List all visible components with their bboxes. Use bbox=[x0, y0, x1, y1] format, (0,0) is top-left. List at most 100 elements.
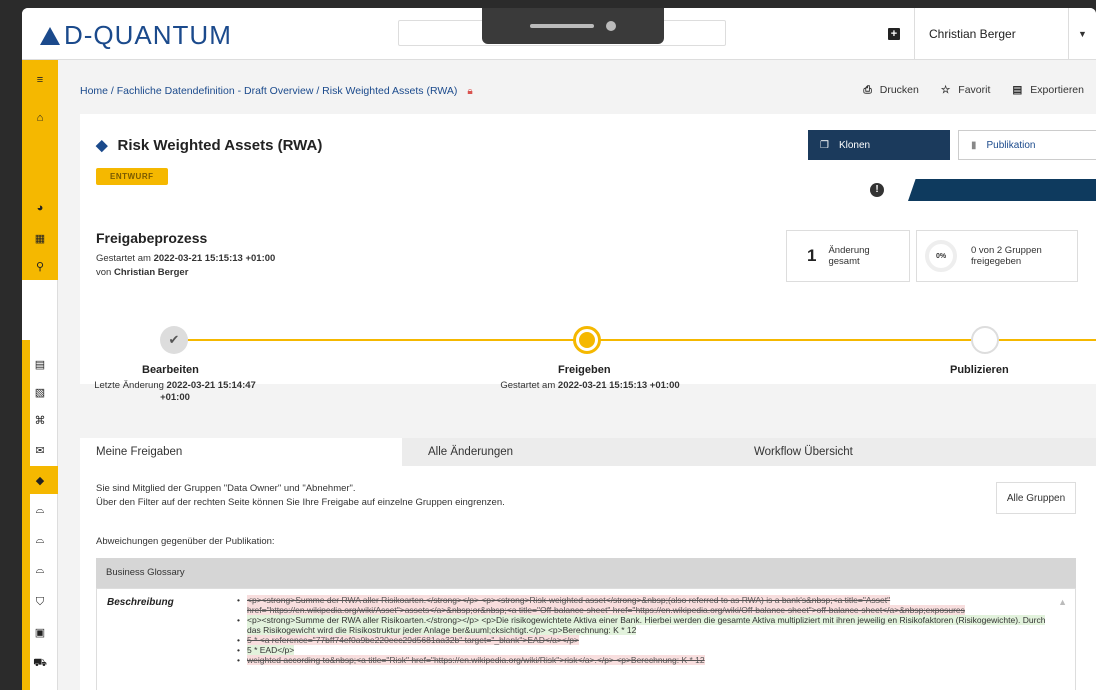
user-name: Christian Berger bbox=[929, 27, 1016, 41]
step-bearbeiten-check-icon[interactable]: ✔ bbox=[160, 326, 188, 354]
by-name: Christian Berger bbox=[113, 267, 189, 278]
groups-filter-button[interactable]: Alle Gruppen bbox=[996, 482, 1076, 514]
by-prefix: von bbox=[96, 267, 114, 278]
printer-icon: ⎙ bbox=[863, 84, 872, 96]
logo-text: D-QUANTUM bbox=[64, 20, 232, 50]
diff-list: <p><strong>Summe der RWA aller Risikoart… bbox=[237, 595, 1047, 665]
accent-strip bbox=[908, 179, 1096, 201]
changes-count: 1 bbox=[807, 246, 817, 265]
clone-button[interactable]: ❐ Klonen bbox=[808, 130, 950, 160]
step-freigeben-marker[interactable] bbox=[573, 326, 601, 354]
diff-deleted: 5 * <a reference="77bff74ef0a9be220eec29… bbox=[247, 635, 579, 645]
diff-line: weighted according to&nbsp;<a title="Ris… bbox=[237, 655, 1047, 665]
diff-line: 5 * <a reference="77bff74ef0a9be220eec29… bbox=[237, 635, 1047, 645]
home-icon[interactable]: ⌂ bbox=[22, 104, 58, 132]
glossary-header[interactable]: Business Glossary bbox=[96, 558, 1076, 588]
step-label: Bearbeiten bbox=[142, 364, 199, 376]
step-meta: Gestartet am 2022-03-21 15:15:13 +01:00 bbox=[450, 380, 730, 392]
status-badge: ENTWURF bbox=[96, 168, 168, 185]
drive-icon[interactable]: ⌓ bbox=[22, 496, 58, 524]
app-logo[interactable]: D-QUANTUM bbox=[40, 20, 232, 51]
tab-alle-aenderungen[interactable]: Alle Änderungen bbox=[402, 438, 728, 466]
workflow-steps: ✔ Bearbeiten Freigeben Publizieren bbox=[80, 324, 1096, 384]
lock-icon: 🔒︎ bbox=[467, 86, 473, 97]
camera-notch bbox=[482, 8, 664, 44]
favorite-label: Favorit bbox=[958, 84, 991, 96]
page-title-text: Risk Weighted Assets (RWA) bbox=[117, 137, 323, 154]
step-label: Freigeben bbox=[558, 364, 611, 376]
step-meta: Letzte Änderung 2022-03-21 15:14:47 +01:… bbox=[80, 380, 270, 404]
tag-icon[interactable]: ◆ bbox=[22, 466, 58, 494]
table-icon[interactable]: ▦ bbox=[22, 224, 58, 252]
chevron-down-icon[interactable]: ▼ bbox=[1068, 8, 1096, 60]
changes-stat: 1 Änderung gesamt bbox=[786, 230, 910, 282]
tab-meine-freigaben[interactable]: Meine Freigaben bbox=[80, 438, 402, 466]
started-prefix: Gestartet am bbox=[96, 253, 154, 264]
page-title: ◆ Risk Weighted Assets (RWA) bbox=[96, 136, 322, 154]
group-info: Sie sind Mitglied der Gruppen "Data Owne… bbox=[96, 482, 505, 510]
user-menu[interactable]: Christian Berger ▼ bbox=[914, 8, 1096, 60]
app-window: D-QUANTUM + Christian Berger ▼ ≡ ⌂ ◕ ▦ ⚲… bbox=[22, 8, 1096, 690]
export-file-icon: ▤ bbox=[1012, 84, 1023, 96]
sidebar: ≡ ⌂ ◕ ▦ ⚲ ▤ ▧ ⌘ ✉ ◆ ⌓ ⌓ ⌓ ⛉ ▣ ⛟ bbox=[22, 60, 58, 690]
changes-label: Änderung gesamt bbox=[828, 245, 870, 267]
progress-track bbox=[174, 339, 1096, 341]
groups-stat: 0% 0 von 2 Gruppen freigegeben bbox=[916, 230, 1078, 282]
info-line: Über den Filter auf der rechten Seite kö… bbox=[96, 497, 505, 508]
clone-label: Klonen bbox=[838, 139, 871, 151]
breadcrumb-bar: Home / Fachliche Datendefinition - Draft… bbox=[58, 60, 1096, 112]
breadcrumb-text[interactable]: Home / Fachliche Datendefinition - Draft… bbox=[80, 85, 457, 97]
glossary-body: Beschreibung <p><strong>Summe der RWA al… bbox=[96, 588, 1076, 690]
step-publizieren-marker[interactable] bbox=[971, 326, 999, 354]
breadcrumb[interactable]: Home / Fachliche Datendefinition - Draft… bbox=[80, 85, 473, 97]
print-button[interactable]: ⎙ Drucken bbox=[863, 84, 919, 97]
document-icon[interactable]: ▤ bbox=[22, 350, 58, 378]
notch-dot bbox=[606, 21, 616, 31]
file-icon: ▮ bbox=[971, 139, 977, 151]
export-label: Exportieren bbox=[1030, 84, 1084, 96]
info-line: Sie sind Mitglied der Gruppen "Data Owne… bbox=[96, 483, 356, 494]
menu-icon[interactable]: ≡ bbox=[22, 66, 58, 94]
process-meta: Gestartet am 2022-03-21 15:15:13 +01:00 … bbox=[96, 252, 275, 280]
logo-triangle-icon bbox=[40, 27, 60, 45]
tag-icon: ◆ bbox=[96, 137, 108, 154]
tab-bar: Meine Freigaben Alle Änderungen Workflow… bbox=[80, 438, 1096, 466]
tab-panel: Sie sind Mitglied der Gruppen "Data Owne… bbox=[80, 466, 1096, 690]
diff-line: <p><strong>Summe der RWA aller Risikoart… bbox=[237, 615, 1047, 635]
add-icon[interactable]: + bbox=[888, 28, 900, 40]
step-label: Publizieren bbox=[950, 364, 1009, 376]
favorite-button[interactable]: ☆ Favorit bbox=[941, 84, 991, 97]
diff-deleted: <p><strong>Summe der RWA aller Risikoart… bbox=[247, 595, 965, 615]
export-button[interactable]: ▤ Exportieren bbox=[1012, 84, 1084, 97]
diff-inserted: 5 * EAD</p> bbox=[247, 645, 295, 655]
diff-line: <p><strong>Summe der RWA aller Risikoart… bbox=[237, 595, 1047, 615]
cart-icon[interactable]: ⛟ bbox=[22, 650, 58, 678]
shield-icon[interactable]: ⛉ bbox=[22, 588, 58, 616]
step-meta-prefix: Letzte Änderung bbox=[94, 380, 167, 391]
clipboard-icon[interactable]: ▣ bbox=[22, 618, 58, 646]
process-title: Freigabeprozess bbox=[96, 230, 208, 246]
header-card: ◆ Risk Weighted Assets (RWA) ENTWURF ❐ Klo… bbox=[80, 114, 1096, 403]
diagram-icon[interactable]: ⌘ bbox=[22, 406, 58, 434]
started-at: 2022-03-21 15:15:13 +01:00 bbox=[153, 253, 276, 264]
inbox-icon[interactable]: ✉ bbox=[22, 436, 58, 464]
warning-icon[interactable]: ! bbox=[870, 183, 884, 197]
drive-icon-2[interactable]: ⌓ bbox=[22, 526, 58, 554]
page-actions: ⎙ Drucken ☆ Favorit ▤ Exportieren bbox=[863, 84, 1084, 97]
scroll-up-icon[interactable]: ▲ bbox=[1058, 597, 1067, 607]
deviations-label: Abweichungen gegenüber der Publikation: bbox=[96, 536, 275, 547]
network-icon[interactable]: ⚲ bbox=[22, 252, 58, 280]
file-edit-icon[interactable]: ▧ bbox=[22, 378, 58, 406]
diff-inserted: <p><strong>Summe der RWA aller Risikoart… bbox=[247, 615, 1046, 635]
field-label: Beschreibung bbox=[107, 597, 174, 608]
publish-button[interactable]: ▮ Publikation bbox=[958, 130, 1096, 160]
publish-label: Publikation bbox=[986, 139, 1036, 151]
notch-bar bbox=[530, 24, 594, 28]
main-content: Home / Fachliche Datendefinition - Draft… bbox=[58, 60, 1096, 690]
chart-pie-icon[interactable]: ◕ bbox=[22, 194, 58, 222]
copy-icon: ❐ bbox=[820, 139, 829, 151]
step-meta-value: 2022-03-21 15:15:13 +01:00 bbox=[557, 380, 680, 391]
step-meta-prefix: Gestartet am bbox=[500, 380, 558, 391]
drive-icon-3[interactable]: ⌓ bbox=[22, 556, 58, 584]
tab-workflow-uebersicht[interactable]: Workflow Übersicht bbox=[728, 438, 1096, 466]
